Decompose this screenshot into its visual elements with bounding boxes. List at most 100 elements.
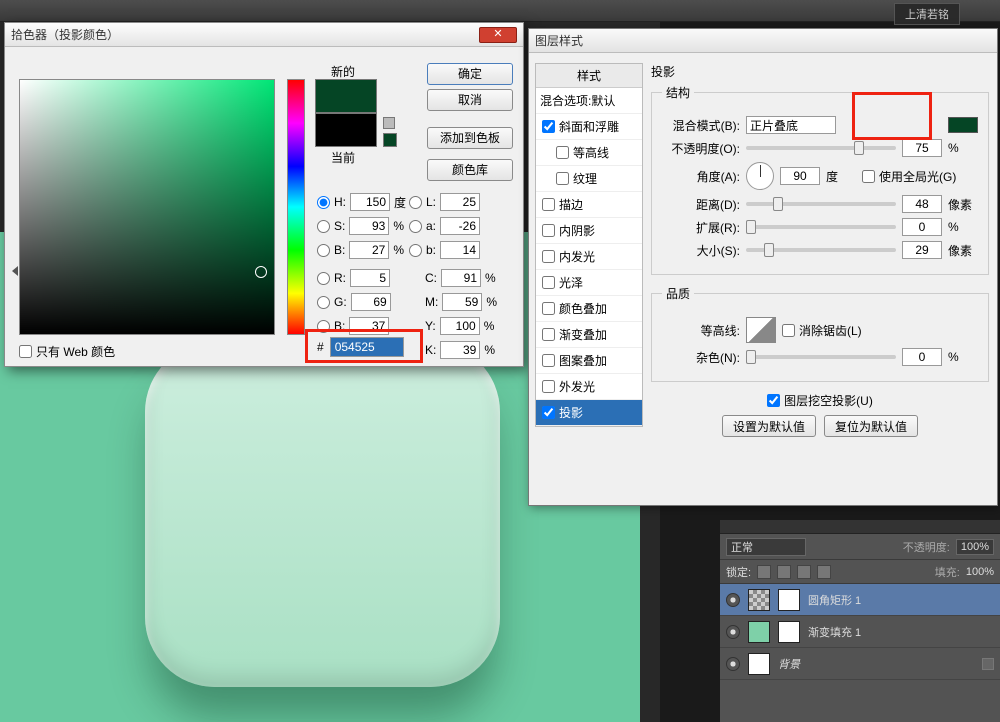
structure-legend: 结构 bbox=[662, 84, 694, 101]
r-input[interactable] bbox=[350, 269, 390, 287]
b-input[interactable] bbox=[349, 241, 389, 259]
noise-slider[interactable] bbox=[746, 355, 896, 359]
hue-slider[interactable] bbox=[287, 79, 305, 335]
layer-mask-thumb[interactable] bbox=[778, 589, 800, 611]
s-radio[interactable] bbox=[317, 220, 330, 233]
layer-name[interactable]: 背景 bbox=[778, 656, 800, 672]
l-radio[interactable] bbox=[409, 196, 422, 209]
b2-input[interactable] bbox=[440, 241, 480, 259]
style-item-drop-shadow[interactable]: 投影 bbox=[536, 400, 642, 426]
h-input[interactable] bbox=[350, 193, 390, 211]
color-libraries-button[interactable]: 颜色库 bbox=[427, 159, 513, 181]
layer-thumb[interactable] bbox=[748, 589, 770, 611]
style-item-bevel[interactable]: 斜面和浮雕 bbox=[536, 114, 642, 140]
opacity-slider[interactable] bbox=[746, 146, 896, 150]
dialog-titlebar[interactable]: 拾色器（投影颜色） ✕ bbox=[5, 23, 523, 47]
c-input[interactable] bbox=[441, 269, 481, 287]
sv-arrow-icon bbox=[12, 266, 18, 276]
b2-radio[interactable] bbox=[409, 244, 422, 257]
blend-options-item[interactable]: 混合选项:默认 bbox=[536, 88, 642, 114]
style-item-satin[interactable]: 光泽 bbox=[536, 270, 642, 296]
distance-input[interactable] bbox=[902, 195, 942, 213]
angle-label: 角度(A): bbox=[662, 168, 740, 185]
spread-input[interactable] bbox=[902, 218, 942, 236]
m-input[interactable] bbox=[442, 293, 482, 311]
style-item-pat-overlay[interactable]: 图案叠加 bbox=[536, 348, 642, 374]
lock-icon bbox=[982, 658, 994, 670]
y-input[interactable] bbox=[440, 317, 480, 335]
lock-pixels-icon[interactable] bbox=[777, 565, 791, 579]
highlight-annotation bbox=[305, 329, 423, 363]
style-item-stroke[interactable]: 描边 bbox=[536, 192, 642, 218]
set-default-button[interactable]: 设置为默认值 bbox=[722, 415, 816, 437]
layer-thumb[interactable] bbox=[748, 653, 770, 675]
quality-group: 品质 等高线: 消除锯齿(L) 杂色(N): % bbox=[651, 285, 989, 382]
saturation-value-field[interactable] bbox=[19, 79, 275, 335]
style-item-texture[interactable]: 纹理 bbox=[536, 166, 642, 192]
styles-header: 样式 bbox=[536, 64, 642, 88]
shadow-color-swatch[interactable] bbox=[948, 117, 978, 133]
web-only-checkbox[interactable]: 只有 Web 颜色 bbox=[19, 343, 115, 360]
user-name: 上清若铭 bbox=[894, 3, 960, 25]
close-button[interactable]: ✕ bbox=[479, 27, 517, 43]
knockout-checkbox[interactable]: 图层挖空投影(U) bbox=[651, 392, 989, 409]
r-radio[interactable] bbox=[317, 272, 330, 285]
g-radio[interactable] bbox=[317, 296, 330, 309]
contour-picker[interactable] bbox=[746, 317, 776, 343]
layer-row[interactable]: 背景 bbox=[720, 648, 1000, 680]
k-input[interactable] bbox=[440, 341, 480, 359]
lock-pos-icon[interactable] bbox=[797, 565, 811, 579]
s-input[interactable] bbox=[349, 217, 389, 235]
noise-input[interactable] bbox=[902, 348, 942, 366]
h-radio[interactable] bbox=[317, 196, 330, 209]
cancel-button[interactable]: 取消 bbox=[427, 89, 513, 111]
style-item-grad-overlay[interactable]: 渐变叠加 bbox=[536, 322, 642, 348]
style-item-inner-shadow[interactable]: 内阴影 bbox=[536, 218, 642, 244]
dialog-title: 图层样式 bbox=[535, 32, 991, 49]
a-input[interactable] bbox=[440, 217, 480, 235]
layer-row[interactable]: 圆角矩形 1 bbox=[720, 584, 1000, 616]
lock-trans-icon[interactable] bbox=[757, 565, 771, 579]
add-to-swatches-button[interactable]: 添加到色板 bbox=[427, 127, 513, 149]
size-input[interactable] bbox=[902, 241, 942, 259]
style-item-contour[interactable]: 等高线 bbox=[536, 140, 642, 166]
angle-input[interactable] bbox=[780, 167, 820, 185]
lock-all-icon[interactable] bbox=[817, 565, 831, 579]
fill-value[interactable]: 100% bbox=[966, 566, 994, 578]
current-color-swatch bbox=[315, 113, 377, 147]
global-light-checkbox[interactable]: 使用全局光(G) bbox=[862, 168, 956, 185]
dialog-titlebar[interactable]: 图层样式 bbox=[529, 29, 997, 53]
antialias-checkbox[interactable]: 消除锯齿(L) bbox=[782, 322, 862, 339]
blend-mode-select[interactable]: 正常 bbox=[726, 538, 806, 556]
opacity-input[interactable] bbox=[902, 139, 942, 157]
opacity-value[interactable]: 100% bbox=[956, 539, 994, 555]
style-item-color-overlay[interactable]: 颜色叠加 bbox=[536, 296, 642, 322]
style-item-inner-glow[interactable]: 内发光 bbox=[536, 244, 642, 270]
size-slider[interactable] bbox=[746, 248, 896, 252]
distance-slider[interactable] bbox=[746, 202, 896, 206]
visibility-eye-icon[interactable] bbox=[726, 625, 740, 639]
g-input[interactable] bbox=[351, 293, 391, 311]
layer-row[interactable]: 渐变填充 1 bbox=[720, 616, 1000, 648]
layer-mask-thumb[interactable] bbox=[778, 621, 800, 643]
layer-name[interactable]: 渐变填充 1 bbox=[808, 624, 861, 640]
visibility-eye-icon[interactable] bbox=[726, 657, 740, 671]
l-input[interactable] bbox=[440, 193, 480, 211]
blend-mode-select[interactable]: 正片叠底 bbox=[746, 116, 836, 134]
cube-icon[interactable] bbox=[383, 117, 395, 129]
spread-slider[interactable] bbox=[746, 225, 896, 229]
layer-thumb[interactable] bbox=[748, 621, 770, 643]
style-item-outer-glow[interactable]: 外发光 bbox=[536, 374, 642, 400]
b-radio[interactable] bbox=[317, 244, 330, 257]
layer-name[interactable]: 圆角矩形 1 bbox=[808, 592, 861, 608]
new-color-swatch bbox=[315, 79, 377, 113]
reset-default-button[interactable]: 复位为默认值 bbox=[824, 415, 918, 437]
visibility-eye-icon[interactable] bbox=[726, 593, 740, 607]
sv-marker[interactable] bbox=[255, 266, 267, 278]
structure-group: 结构 混合模式(B): 正片叠底 不透明度(O): % 角度(A): bbox=[651, 84, 989, 275]
angle-dial[interactable] bbox=[746, 162, 774, 190]
a-radio[interactable] bbox=[409, 220, 422, 233]
color-picker-dialog: 拾色器（投影颜色） ✕ 新的 当前 确定 取消 添加到色板 颜色库 H: 度 S… bbox=[4, 22, 524, 367]
websafe-swatch[interactable] bbox=[383, 133, 397, 147]
ok-button[interactable]: 确定 bbox=[427, 63, 513, 85]
